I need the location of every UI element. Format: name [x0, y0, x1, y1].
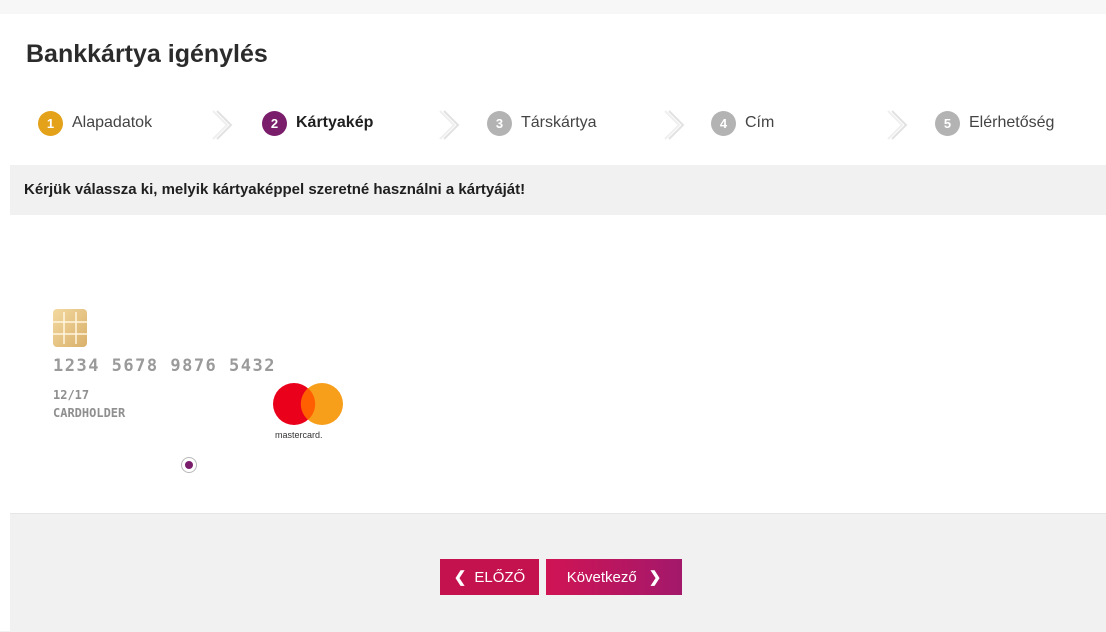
step-cim[interactable]: 4 Cím: [711, 106, 774, 140]
top-shade: [0, 0, 1106, 14]
step-number: 1: [38, 110, 63, 136]
next-button-label: Következő: [566, 568, 637, 586]
page-title: Bankkártya igénylés: [26, 40, 268, 68]
chevron-right-icon: ❯: [648, 569, 662, 586]
card-number: 1234 5678 9876 5432: [53, 356, 276, 376]
stepper: 1 Alapadatok 2 Kártyakép 3 Társkártya 4 …: [0, 106, 1106, 142]
step-number: 5: [935, 110, 960, 136]
step-number: 4: [711, 110, 736, 136]
card-expiry: 12/17: [53, 388, 90, 402]
step-label: Társkártya: [521, 114, 597, 131]
instruction-bar: Kérjük válassza ki, melyik kártyaképpel …: [10, 165, 1106, 215]
chevron-right-icon: [887, 110, 908, 140]
step-label: Cím: [745, 114, 775, 131]
chevron-right-icon: [664, 110, 685, 140]
step-label: Elérhetőség: [969, 114, 1055, 131]
next-button[interactable]: Következő ❯: [546, 559, 682, 595]
page: Bankkártya igénylés 1 Alapadatok 2 Kárty…: [0, 0, 1106, 632]
step-number: 2: [262, 110, 287, 136]
step-kartyakep[interactable]: 2 Kártyakép: [262, 106, 373, 140]
chip-icon: [53, 309, 87, 347]
card-design-radio[interactable]: [181, 457, 197, 473]
card-holder: CARDHOLDER: [53, 406, 126, 420]
chevron-right-icon: [439, 110, 460, 140]
instruction-text: Kérjük válassza ki, melyik kártyaképpel …: [24, 181, 526, 198]
step-label: Alapadatok: [72, 114, 153, 131]
step-alapadatok[interactable]: 1 Alapadatok: [38, 106, 152, 140]
step-tarskartya[interactable]: 3 Társkártya: [487, 106, 597, 140]
step-number: 3: [487, 110, 512, 136]
previous-button-label: ELŐZŐ: [474, 568, 526, 586]
card-design-option[interactable]: 1234 5678 9876 5432 12/17 CARDHOLDER mas…: [40, 300, 360, 460]
step-label: Kártyakép: [296, 114, 374, 131]
chevron-right-icon: [212, 110, 233, 140]
step-elerhetoseg[interactable]: 5 Elérhetőség: [935, 106, 1054, 140]
chevron-left-icon: ❮: [453, 569, 467, 586]
mastercard-wordmark: mastercard.: [275, 430, 323, 440]
previous-button[interactable]: ❮ ELŐZŐ: [440, 559, 539, 595]
